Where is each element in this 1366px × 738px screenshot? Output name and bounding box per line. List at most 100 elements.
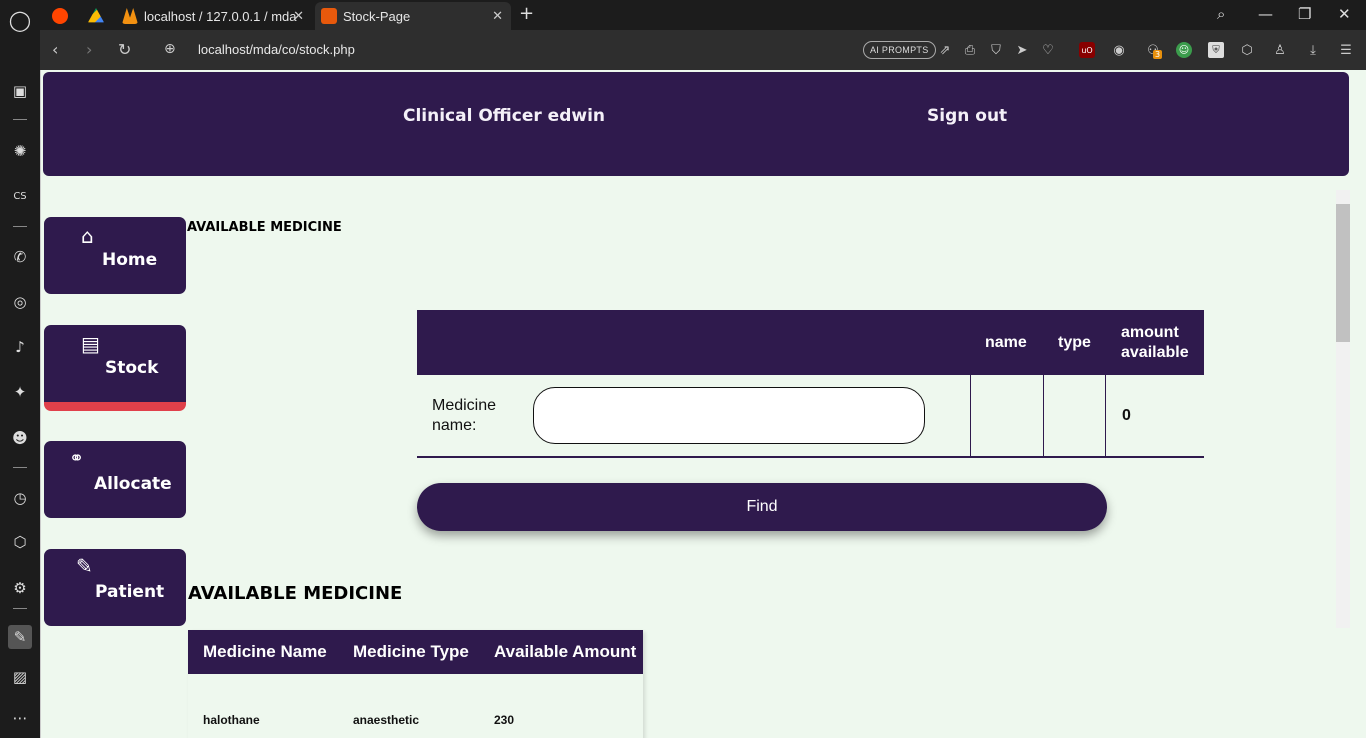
close-window-icon[interactable]: ✕ — [1338, 5, 1351, 23]
medicine-label-line1: Medicine — [432, 397, 497, 414]
url-host: localhost — [198, 42, 250, 57]
url-field[interactable]: localhost/mda/co/stock.php — [198, 42, 355, 57]
whatsapp-icon[interactable]: ✆ — [8, 245, 32, 269]
extensions-icon[interactable]: ⬡ — [1239, 42, 1255, 58]
tab-label: Stock-Page — [343, 8, 411, 24]
site-header: Clinical Officer edwin Sign out — [43, 72, 1349, 176]
settings-gear-icon[interactable]: ⚙ — [8, 576, 32, 600]
heart-icon[interactable]: ♡ — [1040, 42, 1056, 58]
extension-count-badge: 3 — [1153, 50, 1163, 59]
warehouse-icon: ▤ — [81, 332, 100, 356]
sidebar-divider — [13, 119, 27, 120]
reload-icon[interactable]: ↻ — [118, 40, 131, 59]
officer-name: Clinical Officer edwin — [403, 106, 606, 126]
forward-icon[interactable]: › — [86, 40, 92, 59]
robot-extension-icon[interactable]: ☺ — [1176, 42, 1192, 58]
download-icon[interactable]: ⤓ — [1305, 42, 1321, 58]
column-divider — [970, 375, 971, 456]
column-divider — [1043, 375, 1044, 456]
nav-allocate-button[interactable]: ⚭ Allocate — [44, 441, 186, 518]
gallery-icon[interactable]: ▨ — [8, 665, 32, 689]
tab-bar: localhost / 127.0.0.1 / mda ✕ Stock-Page… — [40, 0, 1366, 30]
sign-out-link[interactable]: Sign out — [927, 106, 1007, 126]
cell-available-amount: 230 — [494, 713, 515, 727]
amount-available-value: 0 — [1122, 407, 1131, 424]
tiktok-icon[interactable]: ♪ — [8, 335, 32, 359]
col-type-header: type — [1058, 334, 1091, 351]
medicine-name-input[interactable] — [533, 387, 925, 444]
pinboard-icon[interactable]: ✎ — [8, 625, 32, 649]
nav-allocate-label: Allocate — [94, 474, 172, 494]
nav-home-label: Home — [102, 250, 158, 270]
col-amount-header-line1: amount — [1121, 324, 1179, 341]
bitwarden-icon[interactable]: ⛨ — [1208, 42, 1224, 58]
medicine-name-label: Medicine name: — [432, 396, 496, 436]
tab-google-drive[interactable] — [82, 2, 116, 30]
twitter-icon[interactable]: ✦ — [8, 380, 32, 404]
medicine-label-line2: name: — [432, 417, 477, 434]
medicine-table: Medicine Name Medicine Type Available Am… — [188, 630, 643, 738]
tab-phpmyadmin[interactable]: localhost / 127.0.0.1 / mda ✕ — [116, 2, 312, 30]
home-icon: ⌂ — [81, 224, 94, 248]
tab-stock-page[interactable]: Stock-Page ✕ — [315, 2, 511, 30]
tab-reddit[interactable] — [46, 2, 80, 30]
easy-setup-icon[interactable]: ☰ — [1338, 42, 1354, 58]
maximize-icon[interactable]: ❐ — [1298, 5, 1311, 23]
site-info-icon[interactable]: ⊕ — [164, 41, 176, 57]
medicine-table-header: Medicine Name Medicine Type Available Am… — [188, 630, 643, 674]
address-bar: ‹ › ↻ ⊕ localhost/mda/co/stock.php AI PR… — [40, 30, 1366, 70]
nav-stock-button[interactable]: ▤ Stock — [44, 325, 186, 411]
aria-icon[interactable]: ▣ — [8, 79, 32, 103]
more-icon[interactable]: ⋯ — [8, 706, 32, 730]
ai-prompts-button[interactable]: AI PROMPTS — [863, 41, 936, 59]
find-button[interactable]: Find — [417, 483, 1107, 531]
pencil-icon: ✎ — [76, 554, 93, 578]
new-tab-icon[interactable]: + — [519, 3, 534, 24]
back-icon[interactable]: ‹ — [52, 40, 58, 59]
minimize-icon[interactable]: — — [1258, 5, 1273, 23]
section-title-big: AVAILABLE MEDICINE — [188, 583, 403, 604]
google-drive-icon — [88, 8, 104, 23]
history-icon[interactable]: ◷ — [8, 486, 32, 510]
col-name-header: name — [985, 334, 1027, 351]
tab-label: localhost / 127.0.0.1 / mda — [144, 8, 297, 24]
discord-icon[interactable]: ☻ — [8, 426, 32, 450]
sidebar-divider — [13, 226, 27, 227]
page-content: Clinical Officer edwin Sign out ⌂ Home ▤… — [40, 70, 1350, 738]
sidebar-divider — [13, 467, 27, 468]
nav-home-button[interactable]: ⌂ Home — [44, 217, 186, 294]
url-path: /mda/co/stock.php — [249, 42, 355, 57]
xampp-icon — [321, 8, 337, 24]
page-scrollbar-thumb[interactable] — [1336, 204, 1350, 342]
header-available-amount: Available Amount — [494, 642, 637, 661]
nav-patient-button[interactable]: ✎ Patient — [44, 549, 186, 626]
close-tab-icon[interactable]: ✕ — [293, 8, 304, 24]
header-medicine-name: Medicine Name — [203, 642, 327, 661]
section-title-small: AVAILABLE MEDICINE — [187, 220, 342, 235]
nav-stock-label: Stock — [105, 358, 159, 378]
col-amount-header-line2: available — [1121, 344, 1189, 361]
opera-logo-icon[interactable]: ◯ — [8, 8, 32, 32]
instagram-icon[interactable]: ◎ — [8, 290, 32, 314]
cell-medicine-name: halothane — [203, 713, 260, 727]
extension-badge-icon[interactable]: ⚇3 — [1145, 42, 1163, 59]
handshake-icon: ⚭ — [69, 448, 85, 469]
camera-icon[interactable]: ⎙ — [962, 42, 978, 58]
shield-icon[interactable]: ⛉ — [988, 42, 1004, 58]
close-tab-icon[interactable]: ✕ — [492, 8, 503, 24]
cell-medicine-type: anaesthetic — [353, 713, 420, 727]
search-tabs-icon[interactable]: ⌕ — [1217, 5, 1225, 23]
share-icon[interactable]: ⇗ — [937, 42, 953, 58]
sidebar-divider — [13, 608, 27, 609]
header-medicine-type: Medicine Type — [353, 642, 469, 661]
nav-patient-label: Patient — [95, 582, 165, 602]
globe-extension-icon[interactable]: ◉ — [1111, 42, 1127, 58]
chatgpt-icon[interactable]: ✺ — [8, 139, 32, 163]
profile-icon[interactable]: ♙ — [1272, 42, 1288, 58]
chatsonic-icon[interactable]: CS — [8, 184, 32, 208]
send-icon[interactable]: ➤ — [1014, 42, 1030, 58]
extensions-cube-icon[interactable]: ⬡ — [8, 530, 32, 554]
ublock-icon[interactable]: uO — [1079, 42, 1095, 58]
phpmyadmin-icon — [122, 8, 138, 24]
reddit-icon — [52, 8, 68, 24]
